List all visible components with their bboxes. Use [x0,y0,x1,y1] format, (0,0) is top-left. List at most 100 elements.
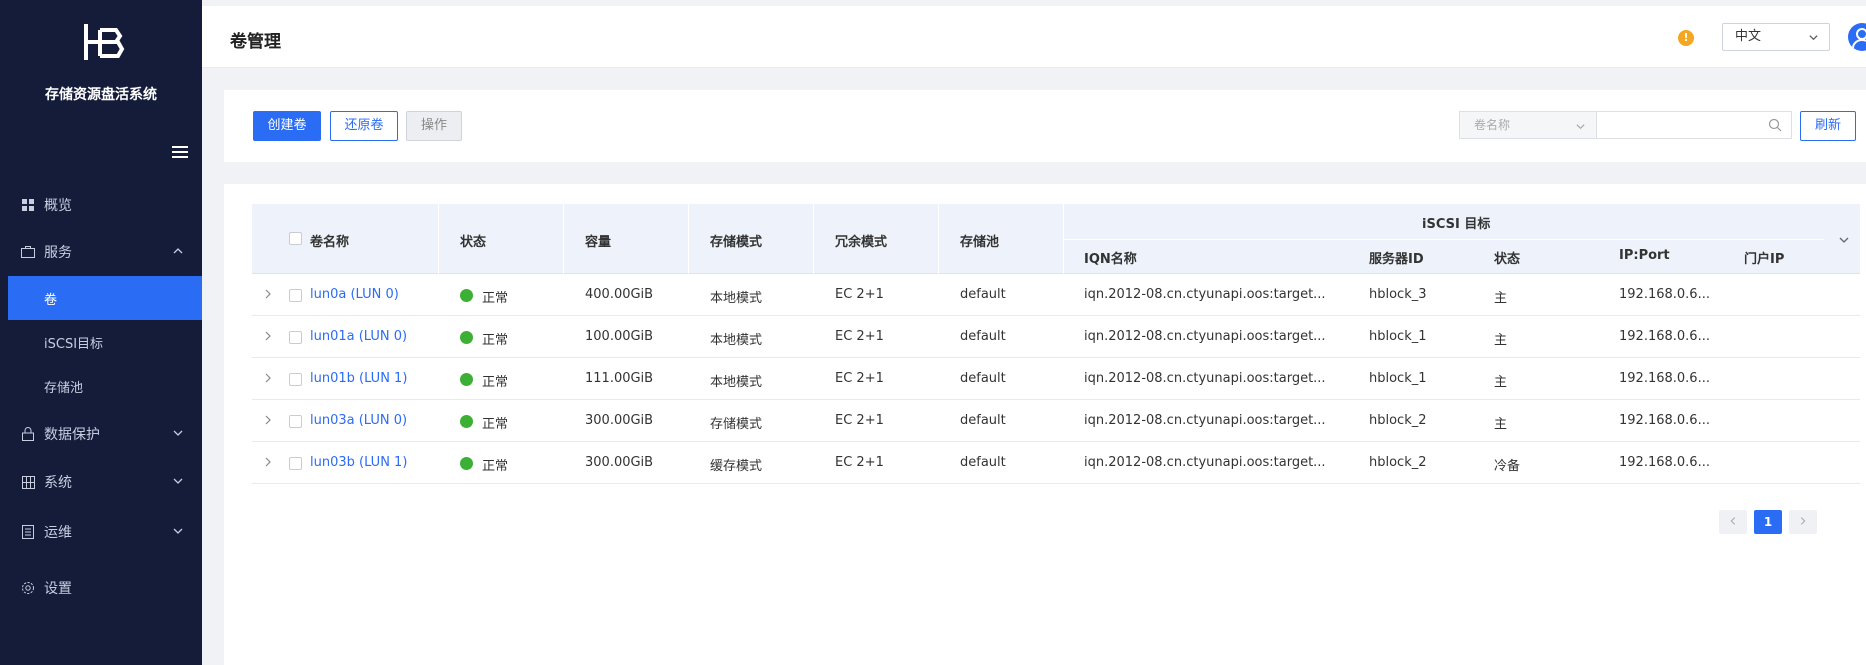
toolbar: 创建卷 还原卷 操作 卷名称 刷新 [224,90,1866,162]
row-checkbox[interactable] [289,457,302,470]
page-title: 卷管理 [230,32,281,52]
target-status-cell: 主 [1494,291,1508,306]
page-number-button[interactable]: 1 [1754,510,1782,534]
row-checkbox[interactable] [289,373,302,386]
chevron-up-icon [173,248,183,254]
capacity-cell: 400.00GiB [585,287,654,302]
capacity-cell: 300.00GiB [585,455,654,470]
redundancy-cell: EC 2+1 [835,413,884,428]
table-row[interactable]: lun0a (LUN 0) 正常 400.00GiB 本地模式 EC 2+1 d… [252,274,1860,316]
row-checkbox[interactable] [289,331,302,344]
sidebar-item-settings[interactable]: 设置 [0,566,202,610]
search-icon[interactable] [1768,118,1782,132]
sidebar-item-iscsi-targets[interactable]: iSCSI目标 [0,320,202,364]
sidebar-item-label: 数据保护 [44,427,100,443]
status-text: 正常 [482,417,509,432]
pool-cell: default [960,455,1006,470]
iqn-cell: iqn.2012-08.cn.ctyunapi.oos:target... [1084,371,1326,386]
status-text: 正常 [482,375,509,390]
column-header-ip-port: IP:Port [1619,248,1670,263]
restore-volume-button[interactable]: 还原卷 [330,111,398,141]
system-icon [20,474,36,490]
briefcase-icon [20,244,36,260]
chevron-down-icon [1809,35,1818,41]
expand-row-icon[interactable] [262,456,274,468]
server-id-cell: hblock_3 [1369,287,1427,302]
menu-collapse-icon[interactable] [172,145,188,159]
row-checkbox[interactable] [289,415,302,428]
next-page-button[interactable] [1789,510,1817,534]
volume-name-link[interactable]: lun0a (LUN 0) [310,287,399,302]
status-ok-icon [460,373,473,386]
prev-page-button[interactable] [1719,510,1747,534]
operate-button[interactable]: 操作 [406,111,462,141]
sidebar-item-services[interactable]: 服务 [0,230,202,274]
sidebar-item-volumes[interactable]: 卷 [8,276,202,320]
volume-name-link[interactable]: lun01b (LUN 1) [310,371,407,386]
server-id-cell: hblock_2 [1369,413,1427,428]
user-avatar-icon[interactable] [1848,23,1866,51]
status-ok-icon [460,457,473,470]
filter-field-value: 卷名称 [1474,118,1511,132]
sidebar-item-label: 系统 [44,475,72,491]
expand-row-icon[interactable] [262,288,274,300]
storage-mode-cell: 本地模式 [710,291,763,306]
sidebar-item-storage-pools[interactable]: 存储池 [0,364,202,408]
table-header: 卷名称 状态 容量 存储模式 冗余模式 存储池 iSCSI 目标 IQN名称 服… [252,204,1860,274]
table-row[interactable]: lun03a (LUN 0) 正常 300.00GiB 存储模式 EC 2+1 … [252,400,1860,442]
sidebar-item-label: 设置 [44,581,72,597]
column-header-status: 状态 [460,235,487,250]
sidebar-item-data-protection[interactable]: 数据保护 [0,412,202,456]
logo-icon [84,24,125,60]
table-row[interactable]: lun01b (LUN 1) 正常 111.00GiB 本地模式 EC 2+1 … [252,358,1860,400]
target-status-cell: 冷备 [1494,459,1521,474]
ip-port-cell: 192.168.0.6... [1619,371,1710,386]
table-row[interactable]: lun01a (LUN 0) 正常 100.00GiB 本地模式 EC 2+1 … [252,316,1860,358]
status-text: 正常 [482,333,509,348]
group-header-divider [1064,239,1824,240]
storage-mode-cell: 本地模式 [710,375,763,390]
row-checkbox[interactable] [289,289,302,302]
alert-icon[interactable]: ! [1678,30,1694,46]
language-select[interactable]: 中文 [1722,23,1830,51]
document-icon [20,524,36,540]
redundancy-cell: EC 2+1 [835,329,884,344]
volume-name-link[interactable]: lun03a (LUN 0) [310,413,407,428]
create-volume-button[interactable]: 创建卷 [253,111,321,141]
volume-name-link[interactable]: lun03b (LUN 1) [310,455,407,470]
filter-field-select[interactable]: 卷名称 [1459,111,1597,139]
target-status-cell: 主 [1494,333,1508,348]
iqn-cell: iqn.2012-08.cn.ctyunapi.oos:target... [1084,455,1326,470]
column-header-storage-mode: 存储模式 [710,235,763,250]
expand-row-icon[interactable] [262,372,274,384]
ip-port-cell: 192.168.0.6... [1619,455,1710,470]
server-id-cell: hblock_1 [1369,371,1427,386]
column-header-name: 卷名称 [310,235,350,250]
chevron-left-icon [1730,517,1736,525]
expand-row-icon[interactable] [262,414,274,426]
pool-cell: default [960,329,1006,344]
volume-name-link[interactable]: lun01a (LUN 0) [310,329,407,344]
chevron-down-icon [173,430,183,436]
column-header-iqn: IQN名称 [1084,252,1137,267]
redundancy-cell: EC 2+1 [835,455,884,470]
sidebar-item-operations[interactable]: 运维 [0,510,202,554]
sidebar: 存储资源盘活系统 概览 服务 卷 iSCSI目标 存储池 数据保护 系统 运维 … [0,0,202,665]
column-settings-chevron-icon[interactable] [1838,234,1850,246]
column-group-iscsi-target: iSCSI 目标 [1422,217,1491,232]
top-header: 卷管理 ! 中文 [202,6,1866,68]
table-row[interactable]: lun03b (LUN 1) 正常 300.00GiB 缓存模式 EC 2+1 … [252,442,1860,484]
lock-icon [20,426,36,442]
iqn-cell: iqn.2012-08.cn.ctyunapi.oos:target... [1084,413,1326,428]
dashboard-icon [20,197,36,213]
search-input[interactable] [1596,111,1792,139]
column-header-target-status: 状态 [1494,252,1521,267]
refresh-button[interactable]: 刷新 [1800,111,1856,141]
ip-port-cell: 192.168.0.6... [1619,287,1710,302]
select-all-checkbox[interactable] [289,232,302,245]
expand-row-icon[interactable] [262,330,274,342]
sidebar-item-overview[interactable]: 概览 [0,183,202,227]
column-header-redundancy: 冗余模式 [835,235,888,250]
volume-table: 卷名称 状态 容量 存储模式 冗余模式 存储池 iSCSI 目标 IQN名称 服… [252,204,1860,484]
sidebar-item-system[interactable]: 系统 [0,460,202,504]
